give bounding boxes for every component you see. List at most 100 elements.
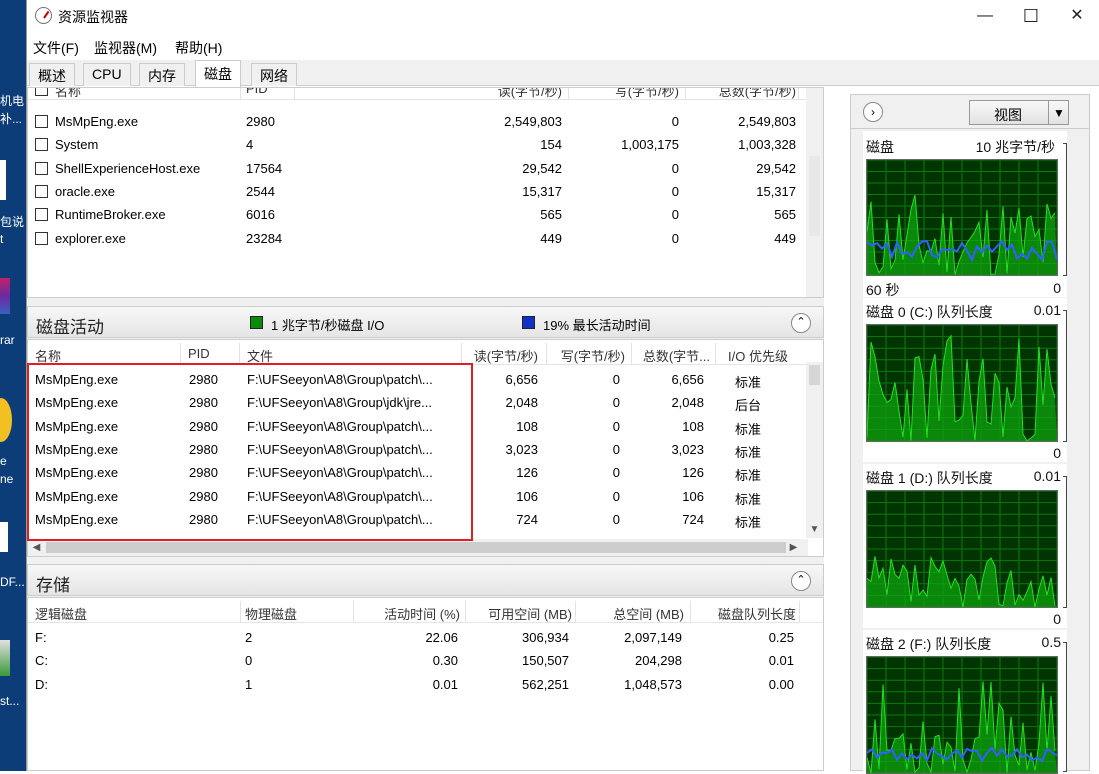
disk-activity-vscroll[interactable]: ▼ xyxy=(806,362,823,538)
table-row[interactable]: explorer.exe 23284 449 0 449 xyxy=(28,227,823,250)
table-row[interactable]: C: 0 0.30 150,507 204,298 0.01 xyxy=(28,649,823,672)
table-row[interactable]: MsMpEng.exe 2980 2,549,803 0 2,549,803 xyxy=(28,110,823,133)
disk2-graph-label: 磁盘 2 (F:) 队列长度 xyxy=(866,636,992,652)
col-total[interactable]: 总数(字节/秒) xyxy=(688,88,796,100)
process-vscroll[interactable] xyxy=(806,88,823,297)
col-free-space[interactable]: 可用空间 (MB) xyxy=(468,604,572,623)
maximize-button[interactable]: ☐ xyxy=(1008,0,1054,32)
activity-pid: 2980 xyxy=(189,511,218,527)
tab-memory[interactable]: 内存 xyxy=(139,63,185,86)
process-pid: 17564 xyxy=(246,160,283,176)
select-all-checkbox[interactable] xyxy=(35,88,48,96)
minimize-button[interactable]: — xyxy=(962,0,1008,32)
process-name: System xyxy=(55,137,99,153)
menu-monitor[interactable]: 监视器(M) xyxy=(94,38,157,58)
active-time-legend-swatch xyxy=(522,316,535,329)
row-checkbox[interactable] xyxy=(35,231,48,245)
disk-activity-header[interactable]: 磁盘活动 1 兆字节/秒磁盘 I/O 19% 最长活动时间 ⌃ xyxy=(27,306,824,338)
disk1-graph-label: 磁盘 1 (D:) 队列长度 xyxy=(866,470,993,486)
tab-overview[interactable]: 概述 xyxy=(29,63,75,86)
process-pid: 2544 xyxy=(246,183,275,199)
activity-write: 0 xyxy=(612,488,620,504)
table-row[interactable]: ShellExperienceHost.exe 17564 29,542 0 29,54… xyxy=(28,157,823,180)
tab-disk[interactable]: 磁盘 xyxy=(195,60,241,87)
process-pid: 23284 xyxy=(246,230,283,246)
col-priority[interactable]: I/O 优先级 xyxy=(728,346,788,365)
desktop-icon[interactable] xyxy=(0,160,6,200)
scroll-down-arrow-icon[interactable]: ▼ xyxy=(806,521,823,538)
tab-network[interactable]: 网络 xyxy=(251,63,297,86)
table-row[interactable]: F: 2 22.06 306,934 2,097,149 0.25 xyxy=(28,626,823,649)
view-dropdown[interactable]: 视图 ▼ xyxy=(969,100,1069,125)
table-row[interactable]: MsMpEng.exe 2980 F:\UFSeeyon\A8\Group\patc… xyxy=(28,438,808,461)
scroll-right-arrow-icon[interactable]: ▶ xyxy=(785,539,802,556)
row-checkbox[interactable] xyxy=(35,115,48,128)
col-read[interactable]: 读(字节/秒) xyxy=(456,346,538,365)
menu-help[interactable]: 帮助(H) xyxy=(175,38,222,58)
col-queue-length[interactable]: 磁盘队列长度 xyxy=(696,604,796,623)
col-pid[interactable]: PID xyxy=(246,88,268,96)
graph-pane: › 视图 ▼ 磁盘 10 兆字节/秒 60 秒 0 磁盘 0 (C:) 队列长度… xyxy=(850,94,1090,774)
disk0-graph-box: 磁盘 0 (C:) 队列长度 0.01 0 xyxy=(863,298,1067,462)
table-row[interactable]: MsMpEng.exe 2980 F:\UFSeeyon\A8\Group\patc… xyxy=(28,461,808,484)
col-physical-disk[interactable]: 物理磁盘 xyxy=(245,604,297,623)
storage-header[interactable]: 存储 ⌃ xyxy=(27,564,824,596)
title-bar[interactable]: 资源监视器 — ☐ ✕ xyxy=(27,0,1099,32)
process-total: 565 xyxy=(774,207,796,223)
col-active-time[interactable]: 活动时间 (%) xyxy=(358,604,460,623)
storage-queue: 0.25 xyxy=(768,630,794,645)
activity-total: 106 xyxy=(682,488,704,504)
activity-file: F:\UFSeeyon\A8\Group\patch\... xyxy=(247,418,433,434)
process-write: 0 xyxy=(671,230,679,246)
table-row[interactable]: System 4 154 1,003,175 1,003,328 xyxy=(28,133,823,156)
table-row[interactable]: MsMpEng.exe 2980 F:\UFSeeyon\A8\Group\patc… xyxy=(28,415,808,438)
col-file[interactable]: 文件 xyxy=(247,346,273,365)
table-row[interactable]: MsMpEng.exe 2980 F:\UFSeeyon\A8\Group\patc… xyxy=(28,508,808,531)
col-total[interactable]: 总数(字节... xyxy=(628,346,710,365)
col-read[interactable]: 读(字节/秒) xyxy=(468,88,562,100)
process-write: 1,003,175 xyxy=(621,137,679,153)
process-total: 2,549,803 xyxy=(738,114,796,129)
row-checkbox[interactable] xyxy=(35,138,48,152)
expand-arrow-icon[interactable]: › xyxy=(863,102,883,122)
activity-pid: 2980 xyxy=(189,441,218,457)
activity-name: MsMpEng.exe xyxy=(35,418,119,434)
table-row[interactable]: oracle.exe 2544 15,317 0 15,317 xyxy=(28,180,823,203)
left-pane: 名称 PID 读(字节/秒) 写(字节/秒) 总数(字节/秒) MsMpEng.… xyxy=(27,87,824,771)
col-write[interactable]: 写(字节/秒) xyxy=(588,88,679,100)
desktop-strip: 机电 补... 包说 t rar e ne DF... st... xyxy=(0,0,26,771)
app-icon[interactable] xyxy=(0,640,10,676)
disk-activity-hscroll[interactable]: ◀ ▶ xyxy=(28,539,808,556)
table-row[interactable]: RuntimeBroker.exe 6016 565 0 565 xyxy=(28,203,823,226)
table-row[interactable]: D: 1 0.01 562,251 1,048,573 0.00 xyxy=(28,673,823,696)
menu-file[interactable]: 文件(F) xyxy=(33,38,79,58)
activity-priority: 标准 xyxy=(735,375,762,390)
disk0-graph-label: 磁盘 0 (C:) 队列长度 xyxy=(866,304,993,320)
scroll-left-arrow-icon[interactable]: ◀ xyxy=(28,539,45,556)
pdf-icon[interactable] xyxy=(0,522,8,552)
hscroll-thumb[interactable] xyxy=(46,542,786,553)
activity-write: 0 xyxy=(612,511,620,527)
table-row[interactable]: MsMpEng.exe 2980 F:\UFSeeyon\A8\Group\jdk\… xyxy=(28,391,808,414)
col-name[interactable]: 名称 xyxy=(35,346,61,365)
table-row[interactable]: MsMpEng.exe 2980 F:\UFSeeyon\A8\Group\patc… xyxy=(28,485,808,508)
storage-logical: D: xyxy=(35,676,48,692)
col-name[interactable]: 名称 xyxy=(55,88,81,100)
collapse-storage-button[interactable]: ⌃ xyxy=(791,571,811,591)
winrar-icon[interactable] xyxy=(0,278,10,314)
row-checkbox[interactable] xyxy=(35,184,48,198)
col-write[interactable]: 写(字节/秒) xyxy=(543,346,625,365)
close-button[interactable]: ✕ xyxy=(1054,0,1099,32)
disk2-graph-max: 0.5 xyxy=(1041,634,1061,650)
row-checkbox[interactable] xyxy=(35,161,48,175)
process-read: 29,542 xyxy=(522,160,562,176)
chrome-icon[interactable] xyxy=(0,398,12,442)
tab-cpu[interactable]: CPU xyxy=(83,63,131,86)
col-pid[interactable]: PID xyxy=(188,346,210,361)
table-row[interactable]: MsMpEng.exe 2980 F:\UFSeeyon\A8\Group\patc… xyxy=(28,368,808,391)
process-name: oracle.exe xyxy=(55,183,115,199)
col-logical-disk[interactable]: 逻辑磁盘 xyxy=(35,604,87,623)
row-checkbox[interactable] xyxy=(35,208,48,222)
col-total-space[interactable]: 总空间 (MB) xyxy=(578,604,684,623)
collapse-disk-activity-button[interactable]: ⌃ xyxy=(791,313,811,333)
